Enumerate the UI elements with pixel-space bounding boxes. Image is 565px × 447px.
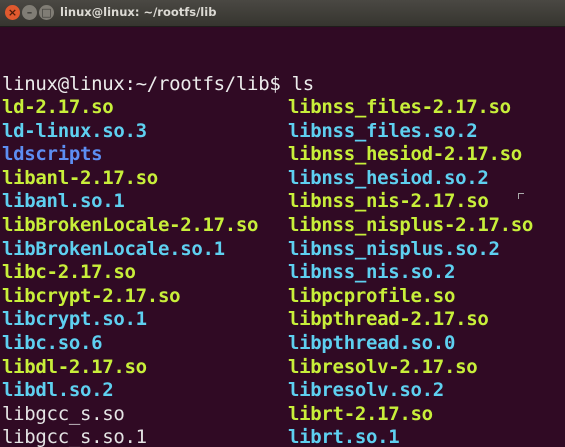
file-entry: libpcprofile.so [288,284,456,307]
file-entry: libBrokenLocale-2.17.so [2,214,259,236]
file-entry: ldscripts [2,143,103,166]
close-button[interactable]: × [5,5,20,20]
file-entry: libcrypt-2.17.so [2,284,181,307]
title-bar[interactable]: × – □ linux@linux: ~/rootfs/lib [0,0,565,27]
file-entry: libpthread-2.17.so [288,308,489,331]
file-entry: libnss_nis-2.17.so [288,190,489,213]
file-entry: libBrokenLocale.so.1 [2,237,225,260]
file-entry: libgcc_s.so.1 [2,426,147,447]
file-entry: libgcc_s.so [2,402,125,425]
file-entry: libnss_hesiod-2.17.so [288,143,522,166]
terminal-output[interactable]: linux@linux:~/rootfs/lib$ ls ld-2.17.so l… [0,27,565,447]
file-entry: ld-linux.so.3 [2,119,147,142]
prompt-line: linux@linux:~/rootfs/lib$ ls [2,73,314,95]
file-entry: libcrypt.so.1 [2,308,147,331]
mouse-cursor-icon [518,193,524,199]
file-entry: libresolv.so.2 [288,379,444,402]
file-entry: ld-2.17.so [2,96,114,118]
file-entry: libanl.so.1 [2,190,125,213]
file-entry: librt.so.1 [288,426,400,447]
file-entry: libdl.so.2 [2,379,114,402]
maximize-button[interactable]: □ [39,5,54,20]
file-entry: libanl-2.17.so [2,166,158,189]
file-entry: libnss_nisplus.so.2 [288,237,500,260]
file-entry: libnss_files-2.17.so [288,96,511,118]
file-entry: libpthread.so.0 [288,332,456,354]
file-entry: libc-2.17.so [2,261,136,284]
terminal-window: × – □ linux@linux: ~/rootfs/lib linux@li… [0,0,565,447]
file-entry: libc.so.6 [2,332,103,354]
minimize-button[interactable]: – [22,5,37,20]
file-entry: libresolv-2.17.so [288,355,478,378]
file-entry: libnss_hesiod.so.2 [288,166,489,189]
file-entry: libdl-2.17.so [2,355,147,378]
file-entry: libnss_nis.so.2 [288,261,456,284]
file-entry: libnss_nisplus-2.17.so [288,214,534,236]
window-title: linux@linux: ~/rootfs/lib [60,5,217,19]
file-entry: librt-2.17.so [288,402,433,425]
file-entry: libnss_files.so.2 [288,119,478,142]
